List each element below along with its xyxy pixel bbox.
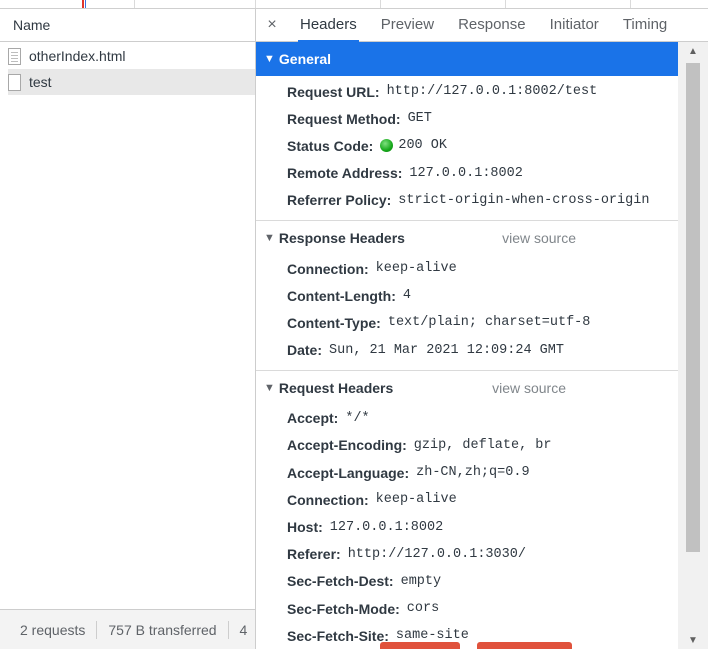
file-icon [8,73,21,91]
header-value: keep-alive [375,492,457,508]
general-row: Request Method: GET [256,105,678,132]
tab-headers[interactable]: Headers [288,9,369,42]
header-value: 4 [402,288,411,304]
general-row: Remote Address: 127.0.0.1:8002 [256,160,678,187]
view-source-link[interactable]: view source [492,380,566,396]
footer-overflow: 4 [239,621,248,638]
header-key: Connection: [287,260,369,277]
details-tabbar: × Headers Preview Response Initiator Tim… [256,9,708,42]
vertical-scrollbar[interactable]: ▲ ▼ [678,42,708,649]
request-header-row: Accept: */* [256,405,678,432]
request-header-row: Connection: keep-alive [256,486,678,513]
header-key: Accept-Language: [287,464,410,481]
header-value: Sun, 21 Mar 2021 12:09:24 GMT [329,342,564,358]
taskbar-fragment [477,642,572,649]
view-source-link[interactable]: view source [502,230,576,246]
request-row-otherindex[interactable]: otherIndex.html [8,43,255,69]
transferred-size: 757 B transferred [108,621,217,638]
response-headers-section-header[interactable]: ▼ Response Headers view source [256,221,678,255]
request-header-row: Sec-Fetch-Dest: empty [256,568,678,595]
general-section-header[interactable]: ▼ General [256,42,678,76]
general-row: Request URL: http://127.0.0.1:8002/test [256,78,678,105]
scrollbar-thumb[interactable] [686,63,700,552]
header-key: Remote Address: [287,165,403,182]
header-value: 200 OK [398,138,447,154]
request-list-pane: Name otherIndex.html test 2 requests 757… [0,9,256,649]
header-value: zh-CN,zh;q=0.9 [416,465,530,481]
header-key: Request Method: [287,110,401,127]
request-header-row: Accept-Language: zh-CN,zh;q=0.9 [256,459,678,486]
header-key: Sec-Fetch-Site: [287,627,389,644]
header-value: gzip, deflate, br [413,437,552,453]
tab-response[interactable]: Response [446,9,538,41]
timeline-overview-strip[interactable] [0,0,708,9]
header-value: http://127.0.0.1:3030/ [347,546,526,562]
collapse-arrow-icon: ▼ [264,53,275,65]
header-value: cors [406,601,440,617]
request-row-test[interactable]: test [8,69,255,95]
request-name: test [29,74,52,90]
header-value: keep-alive [375,261,457,277]
response-header-row: Date: Sun, 21 Mar 2021 12:09:24 GMT [256,337,678,364]
header-key: Status Code: [287,137,374,154]
header-key: Request URL: [287,83,380,100]
request-name: otherIndex.html [29,48,126,64]
section-title: General [278,51,332,67]
name-column-header[interactable]: Name [0,9,255,42]
header-key: Sec-Fetch-Dest: [287,573,394,590]
header-key: Referrer Policy: [287,192,392,209]
scroll-down-arrow-icon[interactable]: ▼ [678,633,708,649]
timeline-marker-blue [85,0,86,8]
response-header-row: Content-Type: text/plain; charset=utf-8 [256,309,678,336]
response-header-row: Connection: keep-alive [256,255,678,282]
header-value: 127.0.0.1:8002 [329,519,444,535]
header-value: */* [345,410,370,426]
header-value: text/plain; charset=utf-8 [387,315,591,331]
header-value: http://127.0.0.1:8002/test [386,84,598,100]
header-key: Sec-Fetch-Mode: [287,600,400,617]
header-key: Date: [287,342,323,359]
header-key: Accept: [287,410,339,427]
header-value: strict-origin-when-cross-origin [398,192,650,208]
request-header-row: Host: 127.0.0.1:8002 [256,513,678,540]
timeline-marker-red [82,0,84,8]
collapse-arrow-icon: ▼ [264,381,275,394]
tab-preview[interactable]: Preview [369,9,446,41]
request-header-row: Sec-Fetch-Mode: cors [256,595,678,622]
file-icon [8,47,21,65]
tab-timing[interactable]: Timing [611,9,679,41]
header-key: Accept-Encoding: [287,437,407,454]
request-details-pane: × Headers Preview Response Initiator Tim… [256,9,708,649]
general-row: Referrer Policy: strict-origin-when-cros… [256,187,678,214]
header-key: Referer: [287,546,341,563]
header-key: Content-Length: [287,287,396,304]
request-header-row: Accept-Encoding: gzip, deflate, br [256,432,678,459]
taskbar-fragment [380,642,460,649]
tab-initiator[interactable]: Initiator [538,9,611,41]
header-value: empty [400,573,442,589]
section-title: Response Headers [278,229,405,246]
general-row: Status Code: 200 OK [256,132,678,159]
request-headers-section-header[interactable]: ▼ Request Headers view source [256,371,678,405]
header-key: Host: [287,519,323,536]
header-value: GET [407,111,432,127]
request-header-row: Sec-Fetch-Site: same-site [256,622,678,649]
status-green-dot-icon [380,139,394,153]
requests-count: 2 requests [20,621,86,638]
scroll-up-arrow-icon[interactable]: ▲ [678,44,708,60]
response-header-row: Content-Length: 4 [256,282,678,309]
headers-content: ▼ General Request URL: http://127.0.0.1:… [256,42,678,649]
section-title: Request Headers [278,379,394,396]
collapse-arrow-icon: ▼ [264,231,275,244]
header-value: 127.0.0.1:8002 [409,165,523,181]
header-key: Connection: [287,491,369,508]
status-bar: 2 requests 757 B transferred 4 [0,609,255,649]
close-icon[interactable]: × [256,16,288,34]
header-key: Content-Type: [287,314,381,331]
request-header-row: Referer: http://127.0.0.1:3030/ [256,541,678,568]
